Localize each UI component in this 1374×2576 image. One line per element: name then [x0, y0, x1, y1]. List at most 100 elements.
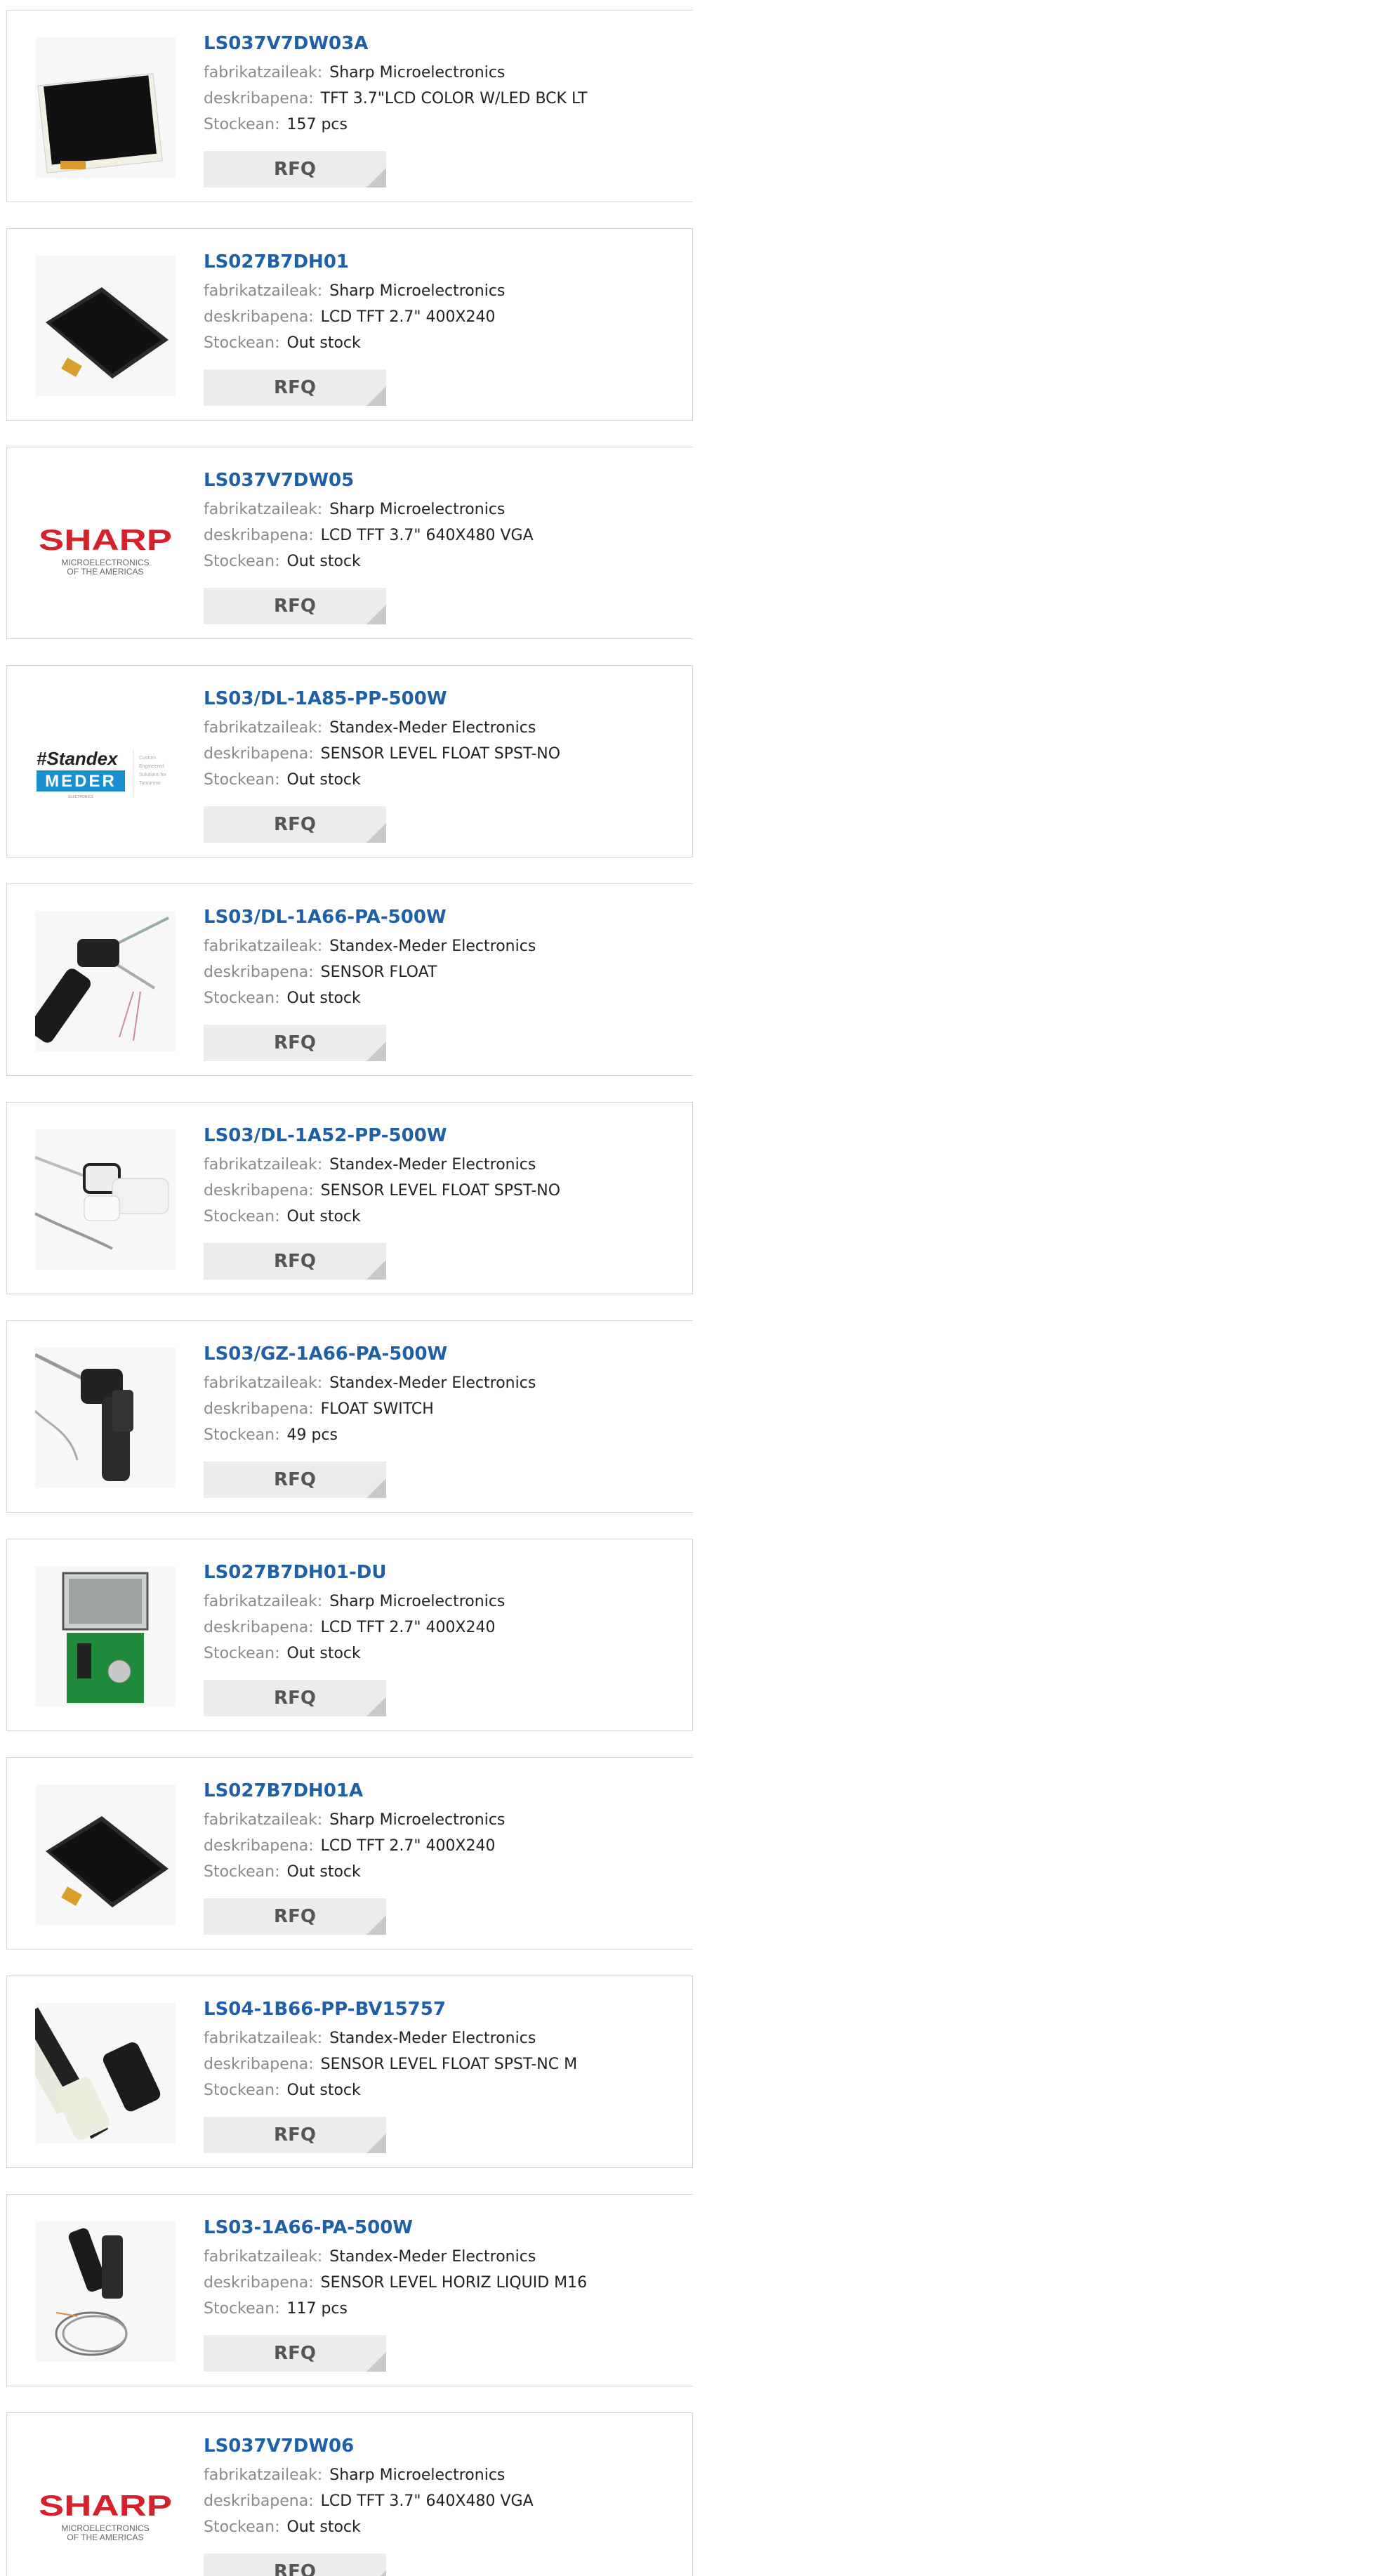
description-row: deskribapena: LCD TFT 2.7" 400X240 [204, 1833, 505, 1859]
corner-triangle-icon [366, 1915, 386, 1935]
stock-value: Out stock [286, 1645, 361, 1662]
manufacturer-label: fabrikatzaileak: [204, 1593, 323, 1610]
stock-value: Out stock [286, 1863, 361, 1881]
part-number-link[interactable]: LS027B7DH01-DU [204, 1560, 505, 1584]
corner-triangle-icon [366, 2352, 386, 2372]
rfq-button[interactable]: RFQ [204, 1461, 386, 1498]
product-image-float-black[interactable] [35, 911, 176, 1051]
manufacturer-label: fabrikatzaileak: [204, 938, 323, 955]
rfq-button[interactable]: RFQ [204, 2117, 386, 2153]
description-value: SENSOR LEVEL FLOAT SPST-NO [320, 745, 561, 763]
product-info: LS027B7DH01A fabrikatzaileak: Sharp Micro… [204, 1779, 505, 1885]
part-number-link[interactable]: LS03/DL-1A85-PP-500W [204, 687, 560, 711]
product-info: LS037V7DW06 fabrikatzaileak: Sharp Microe… [204, 2434, 534, 2540]
manufacturer-row: fabrikatzaileak: Sharp Microelectronics [204, 278, 505, 304]
part-number-link[interactable]: LS037V7DW05 [204, 468, 534, 492]
description-label: deskribapena: [204, 745, 314, 763]
rfq-button[interactable]: RFQ [204, 151, 386, 188]
description-label: deskribapena: [204, 2492, 314, 2510]
product-image-standex-logo[interactable]: #Standex MEDER ELECTRONICS Custom Engineered… [35, 692, 176, 833]
manufacturer-value: Sharp Microelectronics [329, 1811, 506, 1829]
corner-triangle-icon [366, 168, 386, 188]
manufacturer-row: fabrikatzaileak: Standex-Meder Electronic… [204, 2025, 577, 2051]
svg-text:OF THE AMERICAS: OF THE AMERICAS [67, 2532, 143, 2542]
manufacturer-label: fabrikatzaileak: [204, 1811, 323, 1829]
rfq-button[interactable]: RFQ [204, 1243, 386, 1280]
rfq-button[interactable]: RFQ [204, 1898, 386, 1935]
svg-text:MICROELECTRONICS: MICROELECTRONICS [61, 2523, 149, 2533]
description-label: deskribapena: [204, 90, 314, 107]
product-image-sharp-logo[interactable]: SHARP MICROELECTRONICS OF THE AMERICAS [35, 474, 176, 615]
product-image-float-coil[interactable] [35, 2221, 176, 2362]
product-card: LS027B7DH01A fabrikatzaileak: Sharp Micro… [6, 1757, 693, 1950]
product-card: LS027B7DH01 fabrikatzaileak: Sharp Microe… [6, 228, 693, 421]
part-number-link[interactable]: LS03/DL-1A52-PP-500W [204, 1124, 560, 1148]
product-card: SHARP MICROELECTRONICS OF THE AMERICAS LS0… [6, 2412, 693, 2576]
stock-value: 117 pcs [286, 2300, 348, 2318]
part-number-link[interactable]: LS037V7DW03A [204, 32, 588, 55]
product-card: LS04-1B66-PP-BV15757 fabrikatzaileak: Sta… [6, 1976, 693, 2168]
rfq-button[interactable]: RFQ [204, 2335, 386, 2372]
product-info: LS037V7DW05 fabrikatzaileak: Sharp Microe… [204, 468, 534, 574]
rfq-label: RFQ [274, 2561, 316, 2576]
rfq-button[interactable]: RFQ [204, 1680, 386, 1716]
description-label: deskribapena: [204, 527, 314, 544]
rfq-button[interactable]: RFQ [204, 1025, 386, 1061]
svg-text:Engineered: Engineered [139, 764, 164, 769]
product-image-lcd-angled[interactable] [35, 256, 176, 396]
product-image-lcd-angled[interactable] [35, 1785, 176, 1925]
description-row: deskribapena: SENSOR LEVEL FLOAT SPST-NC … [204, 2051, 577, 2077]
svg-text:Solutions for: Solutions for [139, 773, 167, 777]
part-number-link[interactable]: LS03/DL-1A66-PA-500W [204, 905, 536, 929]
description-value: SENSOR FLOAT [320, 964, 437, 981]
corner-triangle-icon [366, 1697, 386, 1716]
product-info: LS03-1A66-PA-500W fabrikatzaileak: Stande… [204, 2216, 587, 2322]
product-info: LS027B7DH01-DU fabrikatzaileak: Sharp Mic… [204, 1560, 505, 1667]
rfq-label: RFQ [274, 1688, 316, 1709]
description-row: deskribapena: FLOAT SWITCH [204, 1396, 536, 1422]
product-image-lcd-devkit[interactable] [35, 1566, 176, 1707]
rfq-label: RFQ [274, 1032, 316, 1053]
manufacturer-label: fabrikatzaileak: [204, 719, 323, 737]
stock-value: Out stock [286, 2518, 361, 2536]
stock-row: Stockean: Out stock [204, 2077, 577, 2103]
stock-value: Out stock [286, 990, 361, 1007]
product-image-sharp-logo[interactable]: SHARP MICROELECTRONICS OF THE AMERICAS [35, 2440, 176, 2576]
product-image-float-pair[interactable] [35, 2003, 176, 2143]
rfq-button[interactable]: RFQ [204, 588, 386, 624]
product-image-float-black-vertical[interactable] [35, 1348, 176, 1488]
rfq-label: RFQ [274, 2343, 316, 2364]
corner-triangle-icon [366, 386, 386, 406]
svg-text:MICROELECTRONICS: MICROELECTRONICS [61, 558, 149, 567]
product-image-lcd-portrait[interactable] [35, 37, 176, 178]
product-image-float-white[interactable] [35, 1129, 176, 1270]
corner-triangle-icon [366, 2134, 386, 2153]
part-number-link[interactable]: LS027B7DH01A [204, 1779, 505, 1803]
rfq-button[interactable]: RFQ [204, 2554, 386, 2576]
manufacturer-label: fabrikatzaileak: [204, 1374, 323, 1392]
manufacturer-row: fabrikatzaileak: Sharp Microelectronics [204, 1807, 505, 1833]
part-number-link[interactable]: LS03/GZ-1A66-PA-500W [204, 1342, 536, 1366]
svg-text:#Standex: #Standex [37, 748, 119, 769]
rfq-button[interactable]: RFQ [204, 369, 386, 406]
manufacturer-label: fabrikatzaileak: [204, 2248, 323, 2266]
part-number-link[interactable]: LS037V7DW06 [204, 2434, 534, 2458]
stock-value: Out stock [286, 553, 361, 570]
svg-text:OF THE AMERICAS: OF THE AMERICAS [67, 567, 143, 577]
part-number-link[interactable]: LS027B7DH01 [204, 250, 505, 274]
description-value: SENSOR LEVEL FLOAT SPST-NC M [320, 2056, 578, 2073]
description-row: deskribapena: LCD TFT 3.7" 640X480 VGA [204, 2488, 534, 2514]
rfq-button[interactable]: RFQ [204, 806, 386, 843]
description-row: deskribapena: SENSOR LEVEL FLOAT SPST-NO [204, 1178, 560, 1204]
manufacturer-value: Sharp Microelectronics [329, 282, 506, 300]
part-number-link[interactable]: LS04-1B66-PP-BV15757 [204, 1997, 577, 2021]
description-row: deskribapena: LCD TFT 3.7" 640X480 VGA [204, 523, 534, 548]
stock-label: Stockean: [204, 2300, 280, 2318]
rfq-label: RFQ [274, 596, 316, 617]
stock-row: Stockean: Out stock [204, 2514, 534, 2540]
stock-label: Stockean: [204, 990, 280, 1007]
stock-value: Out stock [286, 2082, 361, 2099]
part-number-link[interactable]: LS03-1A66-PA-500W [204, 2216, 587, 2240]
stock-value: Out stock [286, 771, 361, 789]
stock-label: Stockean: [204, 2518, 280, 2536]
